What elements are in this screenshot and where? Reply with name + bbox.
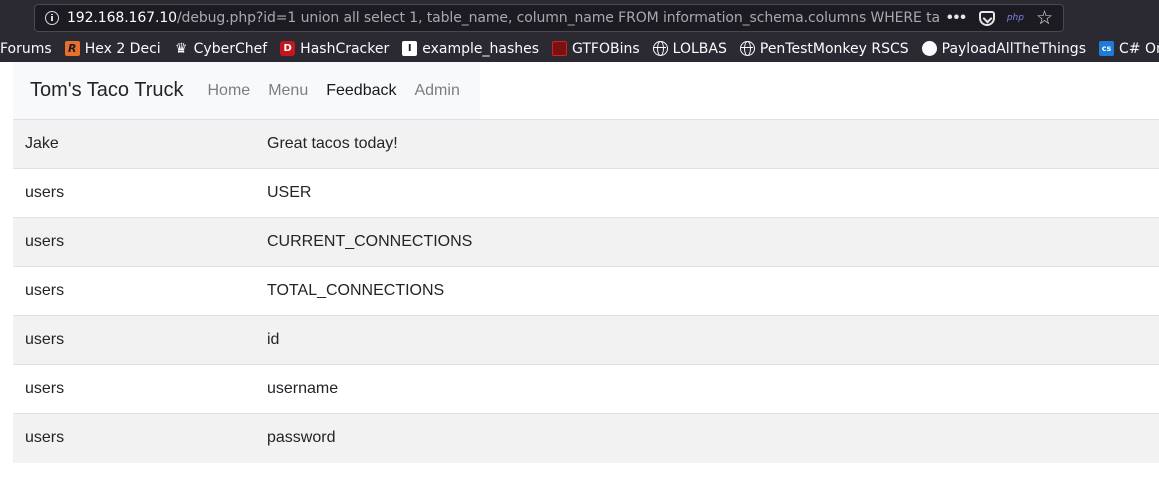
table-cell-name: users — [13, 315, 267, 365]
bookmark-item[interactable]: PenTestMonkey RSCS — [739, 40, 909, 57]
bookmark-item[interactable]: D HashCracker — [280, 41, 389, 57]
bookmark-item[interactable]: Iexample_hashes — [402, 41, 539, 57]
address-bar[interactable]: 192.168.167.10/debug.php?id=1 union all … — [34, 4, 1064, 32]
table-cell-comment: USER — [267, 168, 1159, 218]
globe-icon — [652, 41, 668, 56]
nav-link-admin[interactable]: Admin — [414, 82, 459, 100]
table-cell-name: users — [13, 217, 267, 267]
table-row: users id — [13, 315, 1159, 365]
bookmark-item[interactable]: PayloadAllTheThings — [921, 40, 1086, 57]
hashcat-icon: I — [402, 41, 418, 56]
table-cell-name: users — [13, 168, 267, 218]
site-navbar: Tom's Taco Truck Home Menu Feedback Admi… — [13, 62, 480, 119]
page-actions-menu-icon[interactable]: ••• — [947, 9, 967, 27]
site-info-icon[interactable] — [45, 11, 59, 25]
gtfobins-icon — [552, 41, 568, 56]
bookmark-item[interactable]: ♛ CyberChef — [174, 40, 268, 57]
bookmark-label: LOLBAS — [672, 40, 727, 57]
table-row: users USER — [13, 168, 1159, 218]
bookmark-item[interactable]: LOLBAS — [652, 40, 727, 57]
url-host: 192.168.167.10 — [67, 10, 177, 26]
globe-icon — [739, 41, 755, 56]
hex-icon: R — [64, 41, 80, 56]
url-text[interactable]: 192.168.167.10/debug.php?id=1 union all … — [67, 10, 939, 26]
bookmarks-toolbar: Forums R Hex 2 Deci ♛ CyberChef D HashCracker I… — [0, 35, 1159, 62]
bookmark-label: CyberChef — [193, 40, 268, 57]
bookmark-label: GTFOBins — [572, 40, 640, 57]
nav-link-home[interactable]: Home — [208, 82, 251, 100]
table-row: Jake Great tacos today! — [13, 119, 1159, 169]
csharp-icon: cs — [1099, 41, 1114, 56]
bookmark-label: Hex 2 Deci — [84, 40, 161, 57]
bookmark-item[interactable]: GTFOBins — [552, 41, 640, 57]
nav-link-feedback[interactable]: Feedback — [326, 82, 396, 100]
bookmark-label: C# Online C — [1119, 40, 1159, 57]
url-actions: ••• php ☆ — [947, 9, 1053, 28]
php-extension-icon[interactable]: php — [1007, 13, 1024, 23]
table-cell-comment: password — [267, 413, 1159, 463]
table-row: users username — [13, 364, 1159, 414]
bookmark-label: PenTestMonkey RSCS — [759, 40, 909, 57]
table-row: users password — [13, 413, 1159, 463]
pocket-icon[interactable] — [978, 10, 995, 26]
table-row: users TOTAL_CONNECTIONS — [13, 266, 1159, 316]
bookmark-label: HashCracker — [300, 40, 390, 57]
bookmark-item[interactable]: R Hex 2 Deci — [64, 40, 161, 57]
github-icon — [921, 41, 937, 56]
table-cell-name: users — [13, 413, 267, 463]
bookmark-item[interactable]: cs C# Online C — [1099, 41, 1159, 57]
bookmark-label: Forums — [0, 40, 52, 57]
table-cell-comment: username — [267, 364, 1159, 414]
url-path: /debug.php?id=1 union all select 1, tabl… — [176, 10, 939, 26]
table-cell-comment: id — [267, 315, 1159, 365]
hashcracker-icon: D — [280, 41, 296, 56]
table-cell-name: Jake — [13, 119, 267, 169]
navbar-brand[interactable]: Tom's Taco Truck — [30, 79, 184, 102]
bookmark-label: example_hashes — [422, 40, 540, 57]
table-cell-name: users — [13, 266, 267, 316]
browser-toolbar: 192.168.167.10/debug.php?id=1 union all … — [0, 0, 1159, 35]
table-cell-comment: CURRENT_CONNECTIONS — [267, 217, 1159, 267]
feedback-table: Jake Great tacos today! users USER users CU… — [13, 119, 1159, 463]
table-cell-comment: TOTAL_CONNECTIONS — [267, 266, 1159, 316]
bookmark-star-icon[interactable]: ☆ — [1036, 9, 1053, 28]
table-row: users CURRENT_CONNECTIONS — [13, 217, 1159, 267]
nav-link-menu[interactable]: Menu — [268, 82, 308, 100]
bookmark-item[interactable]: Forums — [0, 41, 52, 57]
chef-hat-icon: ♛ — [174, 40, 188, 57]
table-cell-name: users — [13, 364, 267, 414]
bookmark-label: PayloadAllTheThings — [941, 40, 1086, 57]
table-cell-comment: Great tacos today! — [267, 119, 1159, 169]
